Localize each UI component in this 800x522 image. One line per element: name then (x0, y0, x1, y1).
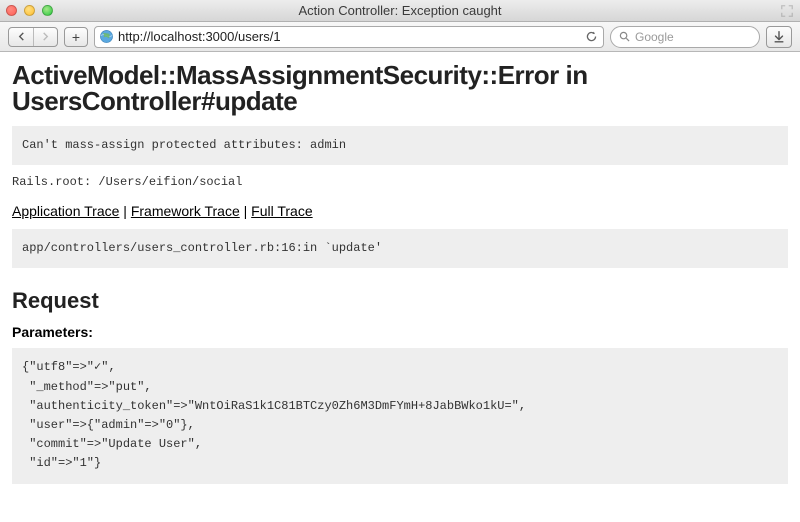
error-message-block: Can't mass-assign protected attributes: … (12, 126, 788, 165)
plus-icon: + (72, 29, 80, 45)
chevron-left-icon (17, 32, 26, 41)
rails-root-text: Rails.root: /Users/eifion/social (12, 175, 788, 189)
app-trace-block: app/controllers/users_controller.rb:16:i… (12, 229, 788, 268)
request-heading: Request (12, 288, 788, 314)
search-placeholder: Google (635, 30, 674, 44)
search-icon (619, 31, 630, 42)
url-input[interactable] (118, 29, 579, 44)
browser-toolbar: + Google (0, 22, 800, 52)
address-bar[interactable] (94, 26, 604, 48)
add-bookmark-button[interactable]: + (64, 27, 88, 47)
zoom-window-button[interactable] (42, 5, 53, 16)
framework-trace-link[interactable]: Framework Trace (131, 203, 240, 219)
download-icon (772, 30, 786, 44)
close-window-button[interactable] (6, 5, 17, 16)
globe-icon (99, 29, 114, 44)
error-heading: ActiveModel::MassAssignmentSecurity::Err… (12, 62, 788, 114)
trace-links: Application Trace | Framework Trace | Fu… (12, 203, 788, 219)
parameters-block: {"utf8"=>"✓", "_method"=>"put", "authent… (12, 348, 788, 483)
search-bar[interactable]: Google (610, 26, 760, 48)
parameters-label: Parameters: (12, 324, 788, 340)
full-trace-link[interactable]: Full Trace (251, 203, 312, 219)
trace-sep: | (119, 203, 130, 219)
trace-sep: | (240, 203, 251, 219)
reload-button[interactable] (583, 29, 599, 45)
downloads-button[interactable] (766, 26, 792, 48)
back-button[interactable] (9, 28, 33, 46)
page-content[interactable]: ActiveModel::MassAssignmentSecurity::Err… (0, 52, 800, 522)
traffic-lights (6, 5, 53, 16)
chevron-right-icon (41, 32, 50, 41)
fullscreen-icon[interactable] (780, 4, 794, 18)
forward-button[interactable] (33, 28, 57, 46)
nav-button-group (8, 27, 58, 47)
reload-icon (585, 30, 598, 43)
window-title: Action Controller: Exception caught (0, 3, 800, 18)
minimize-window-button[interactable] (24, 5, 35, 16)
window-titlebar: Action Controller: Exception caught (0, 0, 800, 22)
application-trace-link[interactable]: Application Trace (12, 203, 119, 219)
